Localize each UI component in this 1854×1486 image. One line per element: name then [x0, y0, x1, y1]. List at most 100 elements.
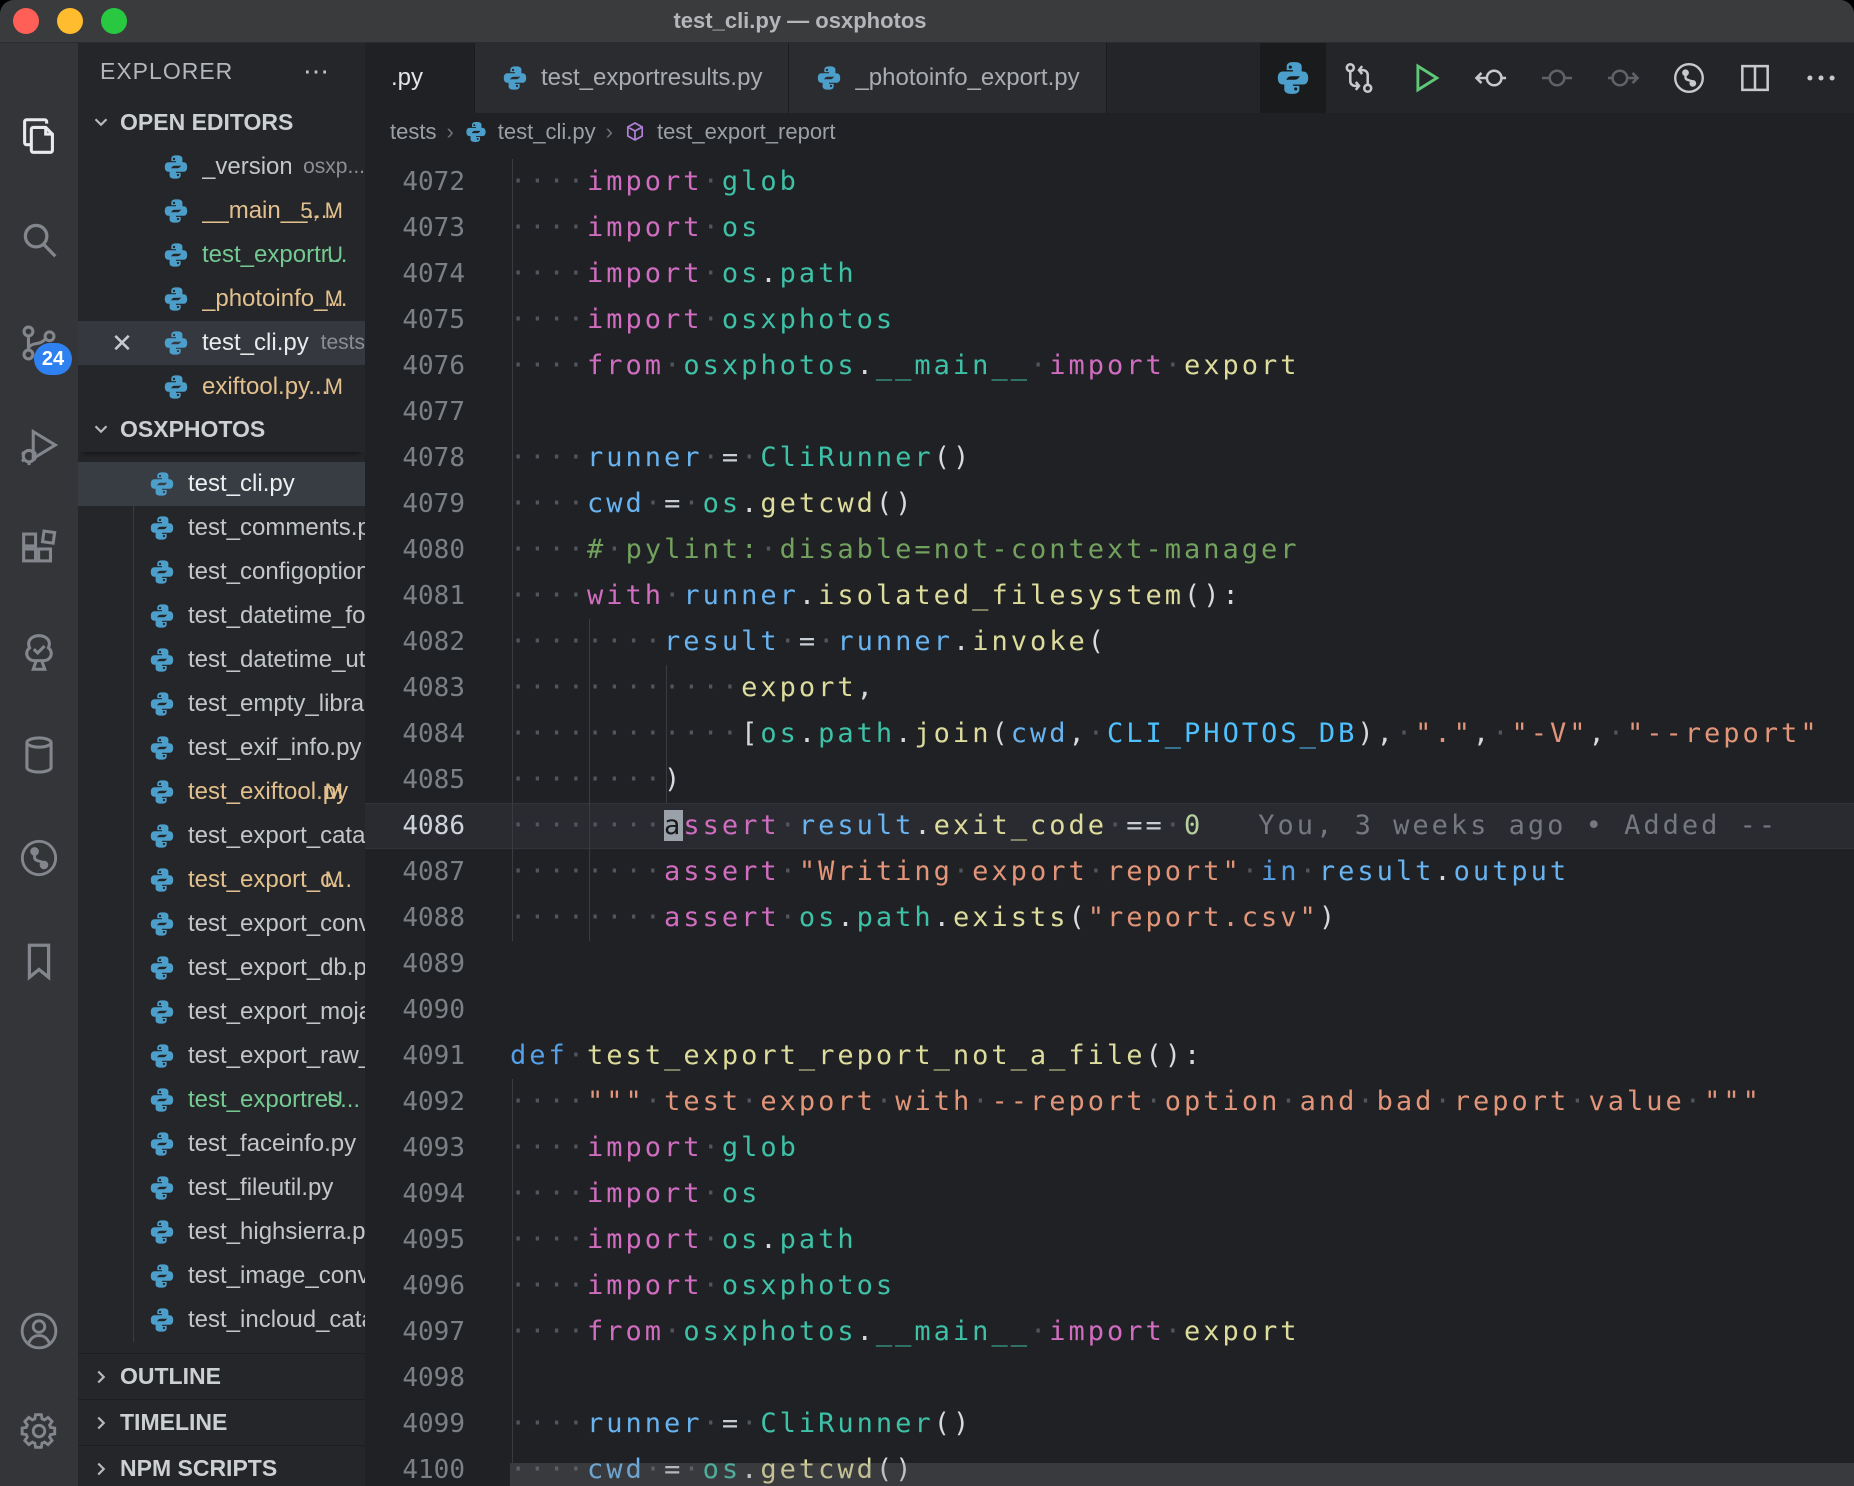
- tree-item[interactable]: test_export_c...M: [78, 858, 365, 902]
- open-editor-item[interactable]: _version.py osxp...: [78, 145, 365, 189]
- sidebar-section-npm-scripts[interactable]: NPM SCRIPTS: [78, 1445, 365, 1486]
- python-file-icon: [148, 998, 176, 1026]
- run-python-file-button[interactable]: [1392, 43, 1458, 113]
- activity-explorer[interactable]: [0, 91, 78, 183]
- tree-item[interactable]: test_highsierra.py: [78, 1210, 365, 1254]
- indent-guide: [512, 159, 513, 941]
- activity-bookmarks[interactable]: [0, 915, 78, 1007]
- line-content: ····import·osxphotos: [465, 1263, 895, 1309]
- sidebar-section-timeline[interactable]: TIMELINE: [78, 1399, 365, 1445]
- code-editor[interactable]: 4072····import·glob4073····import·os4074…: [365, 151, 1854, 1486]
- search-icon: [16, 217, 62, 263]
- editor-tab[interactable]: test_exportresults.py: [475, 43, 789, 113]
- navigate-back-button[interactable]: [1458, 43, 1524, 113]
- line-number: 4094: [365, 1171, 465, 1217]
- activity-gitlens[interactable]: [0, 812, 78, 904]
- code-line: 4097····from·osxphotos.__main__·import·e…: [365, 1309, 1854, 1355]
- breadcrumb-folder[interactable]: tests: [390, 119, 436, 145]
- python-file-icon: [148, 470, 176, 498]
- open-editors-header[interactable]: OPEN EDITORS: [78, 99, 365, 145]
- activity-search[interactable]: [0, 194, 78, 286]
- tree-item[interactable]: test_export_conver...: [78, 902, 365, 946]
- extensions-icon: [16, 526, 62, 572]
- tree-item[interactable]: test_exif_info.py: [78, 726, 365, 770]
- line-content: ····runner·=·CliRunner(): [465, 1401, 972, 1447]
- line-content: ············export,: [465, 665, 876, 711]
- tree-item-label: test_image_convert...: [188, 1262, 365, 1290]
- code-line: 4098: [365, 1355, 1854, 1401]
- zoom-window-button[interactable]: [101, 8, 127, 34]
- tree-item[interactable]: test_datetime_utils....: [78, 638, 365, 682]
- activity-source-control[interactable]: 24: [0, 297, 78, 389]
- tree-item-label: test_export_catalin...: [188, 822, 365, 850]
- line-number: 4086: [365, 803, 465, 849]
- tree-item[interactable]: test_cli.py: [78, 462, 365, 506]
- tree-item[interactable]: test_export_db.py: [78, 946, 365, 990]
- project-section-header[interactable]: OSXPHOTOS: [78, 406, 365, 452]
- code-line: 4081····with·runner.isolated_filesystem(…: [365, 573, 1854, 619]
- python-interpreter-button[interactable]: [1260, 43, 1326, 113]
- open-editor-item[interactable]: test_exportr...U: [78, 233, 365, 277]
- split-editor-button[interactable]: [1722, 43, 1788, 113]
- activity-account[interactable]: [0, 1285, 78, 1377]
- editor-tab[interactable]: _photoinfo_export.py: [789, 43, 1106, 113]
- tree-item[interactable]: test_export_catalin...: [78, 814, 365, 858]
- line-content: ····from·osxphotos.__main__·import·expor…: [465, 343, 1300, 389]
- editor-more-actions-button[interactable]: [1788, 43, 1854, 113]
- activity-tree-view[interactable]: [0, 606, 78, 698]
- line-content: ········assert·"Writing·export·report"·i…: [465, 849, 1569, 895]
- close-window-button[interactable]: [13, 8, 39, 34]
- python-file-icon: [148, 1130, 176, 1158]
- open-changes-button[interactable]: [1326, 43, 1392, 113]
- line-number: 4073: [365, 205, 465, 251]
- tree-item[interactable]: test_export_raw_ca...: [78, 1034, 365, 1078]
- sidebar-section-outline[interactable]: OUTLINE: [78, 1353, 365, 1399]
- breadcrumb-file[interactable]: test_cli.py: [498, 119, 596, 145]
- code-line: 4089: [365, 941, 1854, 987]
- git-status-badge: M: [325, 286, 343, 312]
- tree-item[interactable]: test_image_convert...: [78, 1254, 365, 1298]
- tree-item[interactable]: test_export_mojave...: [78, 990, 365, 1034]
- tree-item[interactable]: test_exiftool.pyM: [78, 770, 365, 814]
- navigate-position-button[interactable]: [1524, 43, 1590, 113]
- activity-extensions[interactable]: [0, 503, 78, 595]
- open-editor-label: _version.py: [202, 153, 291, 181]
- git-status-badge: 5, M: [300, 198, 343, 224]
- line-number: 4100: [365, 1447, 465, 1486]
- tree-item[interactable]: test_empty_library_...: [78, 682, 365, 726]
- tree-item[interactable]: test_configoptions....: [78, 550, 365, 594]
- minimize-window-button[interactable]: [57, 8, 83, 34]
- window-title: test_cli.py — osxphotos: [640, 0, 960, 42]
- tree-item[interactable]: test_exportres...U: [78, 1078, 365, 1122]
- line-content: ············[os.path.join(cwd,·CLI_PHOTO…: [465, 711, 1820, 757]
- line-content: ····import·osxphotos: [465, 297, 895, 343]
- line-content: ····import·os: [465, 205, 760, 251]
- line-content: ····import·os.path: [465, 1217, 857, 1263]
- breadcrumb-symbol[interactable]: test_export_report: [657, 119, 836, 145]
- horizontal-scrollbar[interactable]: [510, 1463, 1854, 1486]
- open-editor-item[interactable]: ✕test_cli.pytests: [78, 321, 365, 365]
- traffic-lights: [13, 8, 127, 34]
- open-editor-description: osxp...: [303, 155, 365, 179]
- symbol-cube-icon: [623, 120, 647, 144]
- tree-item[interactable]: test_comments.py: [78, 506, 365, 550]
- navigate-forward-button[interactable]: [1590, 43, 1656, 113]
- tree-item[interactable]: test_incloud_catali...: [78, 1298, 365, 1342]
- open-editor-item[interactable]: _photoinfo_...M: [78, 277, 365, 321]
- activity-run-debug[interactable]: [0, 400, 78, 492]
- tree-item[interactable]: test_fileutil.py: [78, 1166, 365, 1210]
- activity-settings[interactable]: [0, 1385, 78, 1477]
- git-history-button[interactable]: [1656, 43, 1722, 113]
- tree-item[interactable]: test_datetime_form...: [78, 594, 365, 638]
- open-editor-item[interactable]: __main__....5, M: [78, 189, 365, 233]
- circle-arrow-left-icon: [1472, 59, 1510, 97]
- code-line: 4072····import·glob: [365, 159, 1854, 205]
- python-file-icon: [148, 514, 176, 542]
- activity-database[interactable]: [0, 709, 78, 801]
- breadcrumb-separator: ›: [446, 119, 453, 145]
- close-editor-icon[interactable]: ✕: [106, 327, 138, 359]
- sidebar-more-actions[interactable]: ⋯: [303, 43, 331, 99]
- open-editor-item[interactable]: exiftool.py...M: [78, 365, 365, 406]
- editor-tab[interactable]: .py: [365, 43, 475, 113]
- tree-item[interactable]: test_faceinfo.py: [78, 1122, 365, 1166]
